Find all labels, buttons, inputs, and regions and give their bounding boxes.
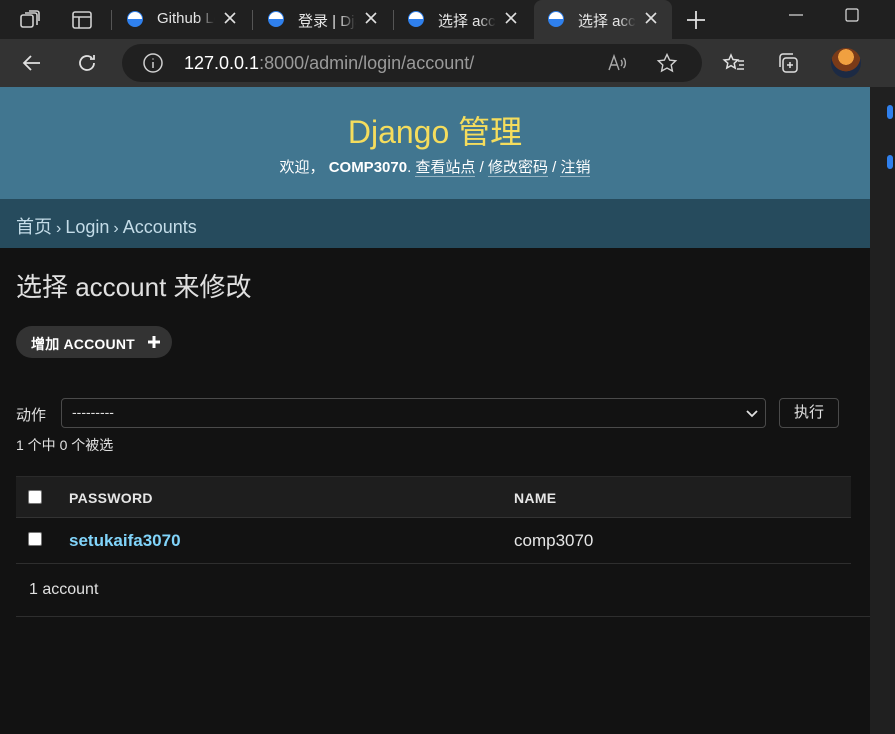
plus-icon <box>147 335 161 349</box>
new-tab-icon[interactable] <box>684 8 708 32</box>
close-tab-icon[interactable] <box>502 9 520 27</box>
name-cell: comp3070 <box>514 531 594 550</box>
url-bar[interactable]: 127.0.0.1:8000/admin/login/account/ <box>122 44 702 82</box>
page-title: 选择 account 来修改 <box>16 272 252 302</box>
column-header-name[interactable]: NAME <box>514 490 556 506</box>
sidebar-indicator <box>887 105 893 119</box>
collections-icon[interactable] <box>776 51 800 75</box>
chevron-down-icon <box>745 406 759 420</box>
breadcrumb-current: Accounts <box>122 217 197 237</box>
breadcrumb-separator: › <box>56 220 62 237</box>
view-site-link[interactable]: 查看站点 <box>415 159 476 177</box>
change-password-link[interactable]: 修改密码 <box>487 159 548 177</box>
action-select[interactable]: --------- <box>61 398 766 428</box>
tab-select-account-active[interactable]: 选择 acco <box>534 0 672 39</box>
site-favicon-icon <box>548 11 564 27</box>
breadcrumb-app[interactable]: Login <box>65 217 109 237</box>
tab-select-account[interactable]: 选择 acco <box>394 0 532 39</box>
close-tab-icon[interactable] <box>362 9 380 27</box>
paginator: 1 account <box>16 564 870 617</box>
password-link[interactable]: setukaifa3070 <box>69 531 181 551</box>
url-path: :8000/admin/login/account/ <box>259 53 475 73</box>
selection-counter: 1 个中 0 个被选 <box>16 437 114 453</box>
workspaces-icon[interactable] <box>18 8 42 32</box>
tab-label: 登录 | Dja <box>298 13 356 30</box>
dot: . <box>407 159 412 176</box>
close-tab-icon[interactable] <box>221 9 239 27</box>
add-account-label: 增加 ACCOUNT <box>31 336 135 352</box>
url-host: 127.0.0.1 <box>184 53 260 73</box>
tab-separator <box>111 10 112 30</box>
reload-icon[interactable] <box>75 51 99 75</box>
select-all-checkbox[interactable] <box>28 490 42 504</box>
back-arrow-icon[interactable] <box>20 51 44 75</box>
site-header: Django 管理 欢迎， COMP3070. 查看站点 / 修改密码 / 注销 <box>0 87 870 199</box>
site-favicon-icon <box>268 11 284 27</box>
favorite-star-icon[interactable] <box>656 52 678 74</box>
action-select-value: --------- <box>72 404 114 420</box>
tab-label: Github Lo <box>157 10 215 27</box>
site-favicon-icon <box>408 11 424 27</box>
profile-avatar[interactable] <box>831 48 861 78</box>
minimize-icon[interactable] <box>787 6 805 29</box>
table-row: setukaifa3070 comp3070 <box>16 518 851 564</box>
read-aloud-icon[interactable] <box>606 52 628 74</box>
url-text: 127.0.0.1:8000/admin/login/account/ <box>184 53 474 74</box>
run-action-button[interactable]: 执行 <box>779 398 839 428</box>
site-info-icon[interactable] <box>142 52 164 74</box>
tab-login[interactable]: 登录 | Dja <box>254 0 392 39</box>
maximize-icon[interactable] <box>843 6 861 29</box>
favorites-list-icon[interactable] <box>722 51 746 75</box>
row-select-checkbox[interactable] <box>28 532 42 546</box>
side-panel-strip <box>870 87 895 734</box>
sidebar-indicator <box>887 155 893 169</box>
logout-link[interactable]: 注销 <box>560 159 591 177</box>
close-tab-icon[interactable] <box>642 9 660 27</box>
user-tools: 欢迎， COMP3070. 查看站点 / 修改密码 / 注销 <box>0 156 870 177</box>
breadcrumb-separator: › <box>113 220 119 237</box>
column-header-password[interactable]: PASSWORD <box>69 490 153 506</box>
result-count: 1 account <box>29 581 99 598</box>
site-branding[interactable]: Django 管理 <box>0 107 870 153</box>
separator: / <box>552 159 557 176</box>
separator: / <box>479 159 484 176</box>
tab-label: 选择 acco <box>438 13 496 30</box>
username: COMP3070 <box>328 159 408 176</box>
browser-address-bar: 127.0.0.1:8000/admin/login/account/ <box>0 39 895 87</box>
tab-separator <box>252 10 253 30</box>
actions-label: 动作 <box>16 407 47 424</box>
browser-tab-bar: Github Lo 登录 | Dja 选择 acco 选择 acco <box>0 0 895 39</box>
django-admin-page: Django 管理 欢迎， COMP3070. 查看站点 / 修改密码 / 注销… <box>0 87 870 734</box>
site-favicon-icon <box>127 11 143 27</box>
add-account-button[interactable]: 增加 ACCOUNT <box>16 326 172 358</box>
welcome-text: 欢迎， <box>279 159 325 176</box>
tab-label: 选择 acco <box>578 13 636 30</box>
table-header: PASSWORD NAME <box>16 476 851 518</box>
breadcrumb: 首页 › Login › Accounts <box>0 199 870 248</box>
breadcrumb-home[interactable]: 首页 <box>16 217 52 237</box>
tab-github[interactable]: Github Lo <box>113 0 251 39</box>
tab-actions-icon[interactable] <box>70 8 94 32</box>
